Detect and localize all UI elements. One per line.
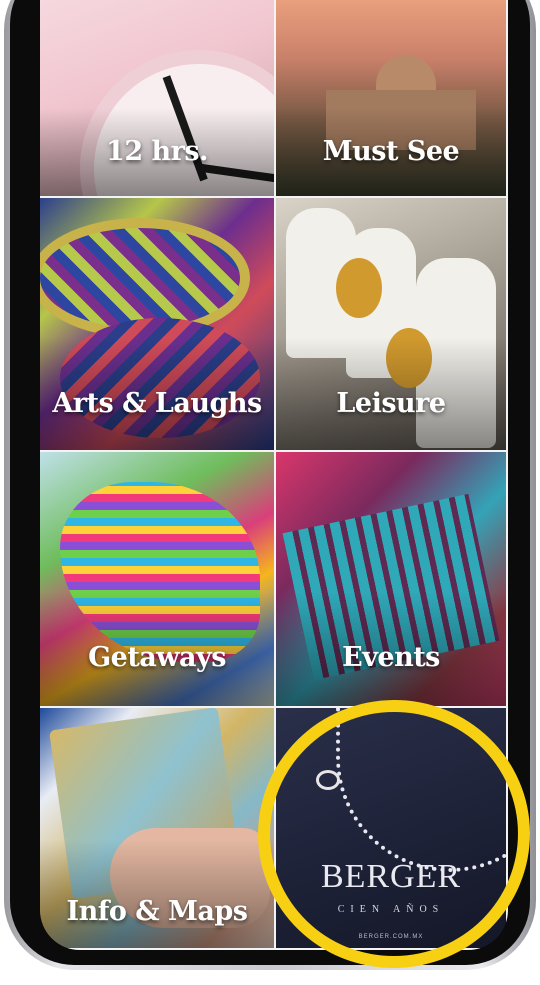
tile-label-leisure: Leisure bbox=[336, 388, 446, 419]
tile-arts-laughs[interactable]: Arts & Laughs bbox=[40, 198, 276, 452]
tile-leisure[interactable]: Leisure bbox=[276, 198, 508, 452]
tile-must-see[interactable]: Must See bbox=[276, 0, 508, 198]
tile-12-hours[interactable]: 12 hrs. bbox=[40, 0, 276, 198]
guitar-image bbox=[336, 258, 382, 318]
tile-label-events: Events bbox=[342, 642, 440, 673]
tile-label-must-see: Must See bbox=[322, 136, 460, 167]
tile-events[interactable]: Events bbox=[276, 452, 508, 708]
tile-label-getaways: Getaways bbox=[88, 642, 226, 673]
palace-dome-image bbox=[376, 55, 436, 95]
tile-getaways[interactable]: Getaways bbox=[40, 452, 276, 708]
tile-label-arts-laughs: Arts & Laughs bbox=[52, 388, 262, 419]
tile-label-info-maps: Info & Maps bbox=[66, 896, 248, 927]
tile-shade bbox=[40, 840, 274, 948]
tile-info-maps[interactable]: Info & Maps bbox=[40, 708, 276, 950]
tile-label-12-hours: 12 hrs. bbox=[106, 136, 208, 167]
